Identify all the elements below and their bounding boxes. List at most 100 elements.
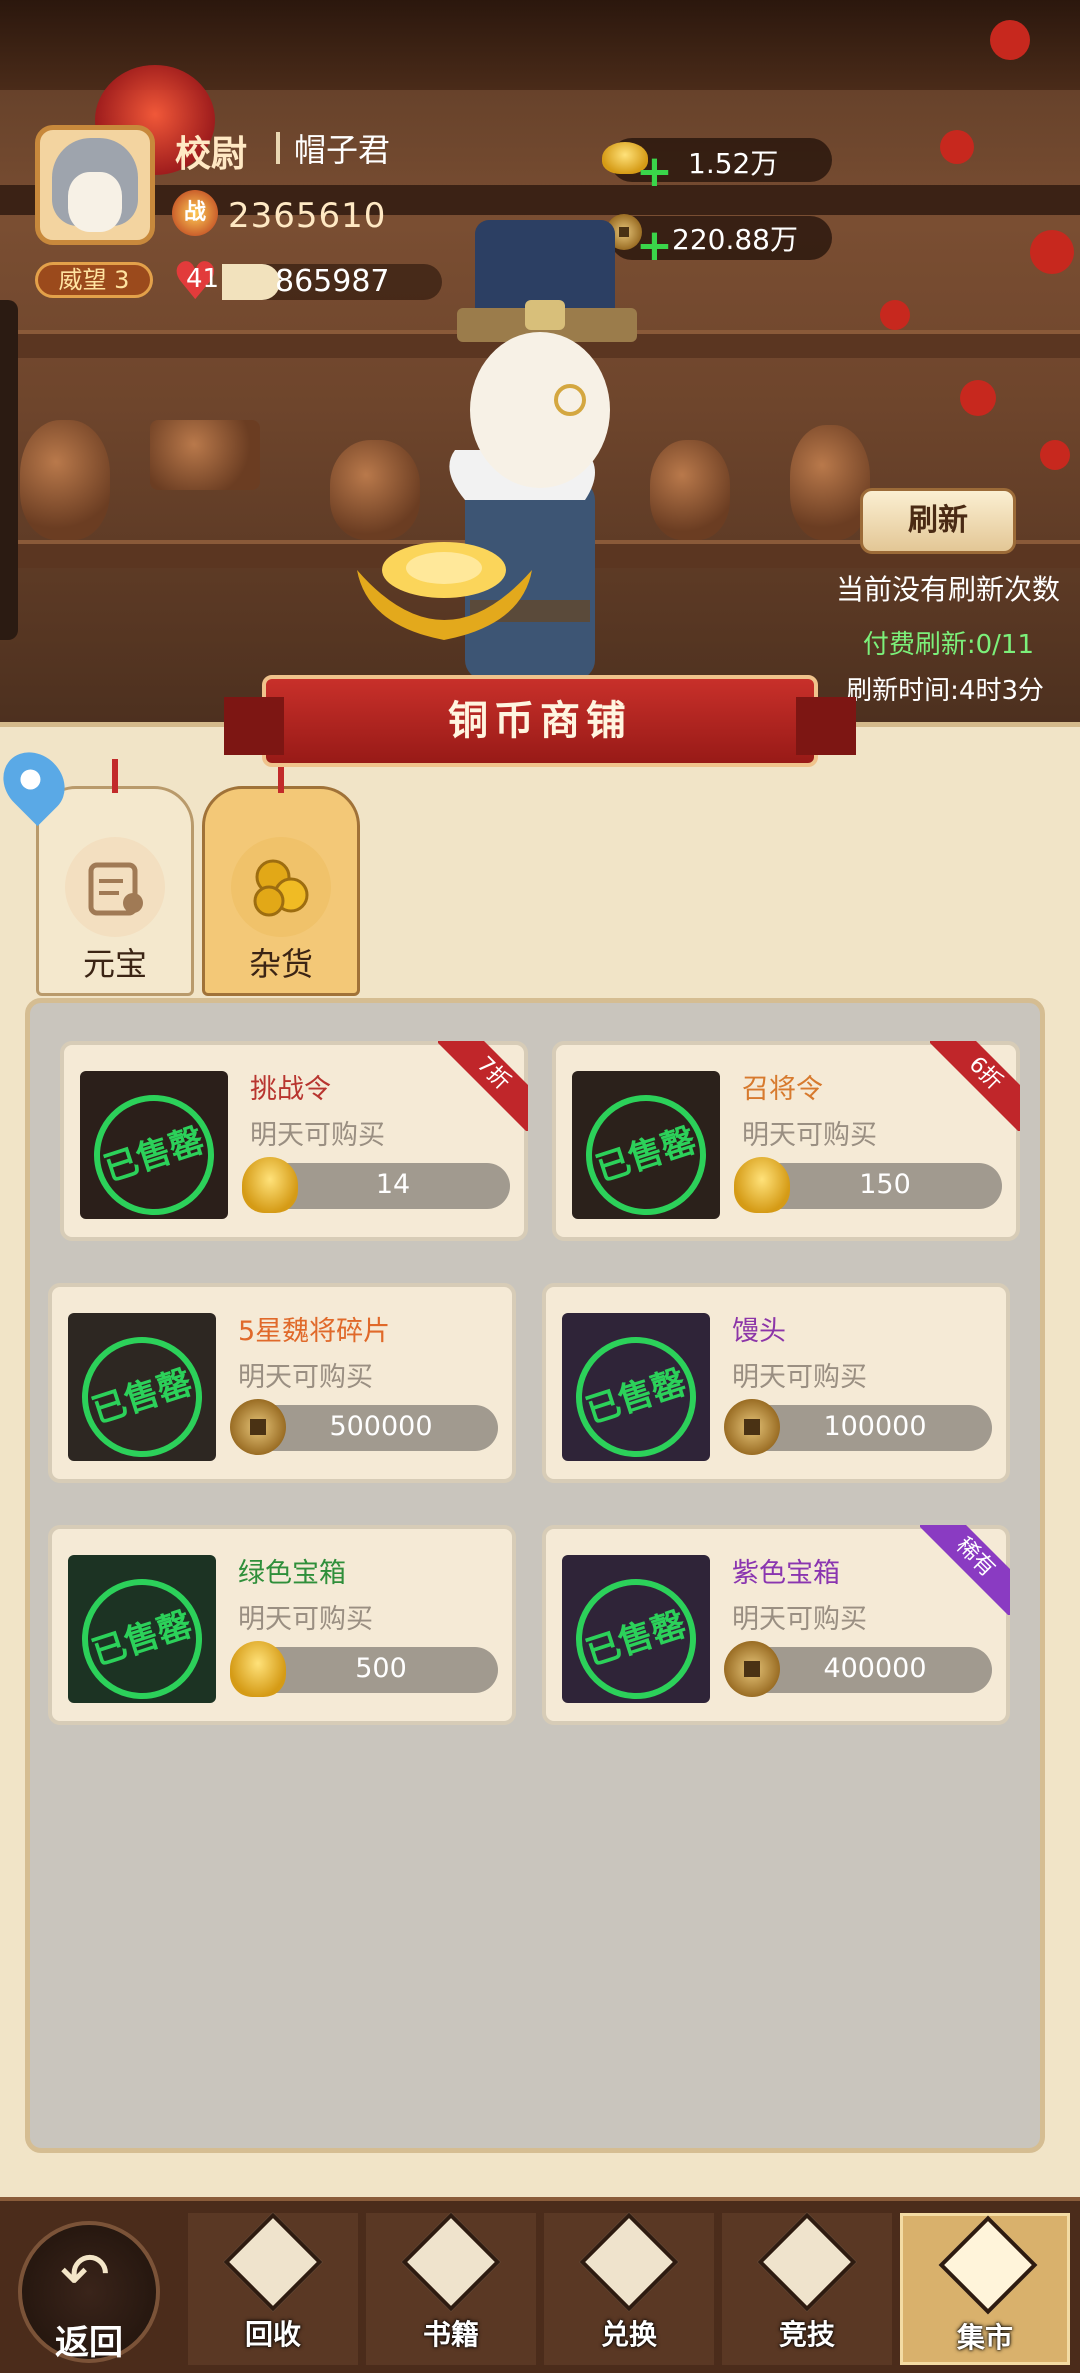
back-label: 返回 (55, 2323, 123, 2363)
item-name: 紫色宝箱 (732, 1558, 840, 1589)
gold-ingot-prop (357, 542, 532, 640)
back-arrow-icon: ↶ (60, 2240, 111, 2310)
nav-label: 书籍 (422, 2318, 479, 2351)
recycle-icon (223, 2212, 323, 2312)
blossom-decoration (880, 300, 910, 330)
nav-exchange[interactable]: 兑换 (544, 2212, 714, 2365)
sold-out-stamp: 已售罄 (560, 1321, 712, 1473)
nav-market[interactable]: 集市 (900, 2213, 1070, 2365)
refresh-button[interactable]: 刷新 (860, 488, 1016, 554)
item-image: 已售罄 (560, 1555, 712, 1715)
back-button[interactable]: ↶ 返回 (18, 2221, 160, 2363)
divider (276, 132, 280, 164)
discount-label: 6折 (930, 1041, 1020, 1131)
prestige-badge[interactable]: 威望 3 (35, 262, 153, 298)
blossom-decoration (1030, 230, 1074, 274)
nav-recycle[interactable]: 回收 (188, 2212, 358, 2365)
ledger-icon (65, 837, 165, 937)
nav-label: 回收 (244, 2318, 301, 2351)
item-image: 已售罄 (560, 1313, 712, 1473)
blossom-decoration (940, 130, 974, 164)
nav-books[interactable]: 书籍 (366, 2212, 536, 2365)
sold-out-stamp: 已售罄 (560, 1563, 712, 1715)
tab-ingot[interactable]: 元宝 (36, 759, 194, 996)
stamina-bar-fill (222, 264, 280, 300)
jar-decoration (790, 425, 870, 540)
nav-arena[interactable]: 竞技 (722, 2212, 892, 2365)
gold-ingot-icon (242, 1157, 298, 1213)
tab-string (112, 759, 118, 793)
item-grid: 已售罄 挑战令 明天可购买 14 7折 已售罄 召将令 明天可购买 150 6折… (25, 998, 1045, 2153)
item-price: 500 (355, 1653, 407, 1684)
box-decoration (150, 420, 260, 490)
shop-item-challenge-token[interactable]: 已售罄 挑战令 明天可购买 14 7折 (60, 1041, 528, 1241)
item-name: 5星魏将碎片 (238, 1316, 391, 1347)
gold-ingot-icon (230, 1641, 286, 1697)
shop-item-wei-general-shard[interactable]: 已售罄 5星魏将碎片 明天可购买 500000 (48, 1283, 516, 1483)
nav-label: 兑换 (600, 2318, 657, 2351)
item-name: 馒头 (732, 1316, 786, 1347)
item-name: 挑战令 (250, 1074, 331, 1105)
stamina-level: 41 (186, 264, 220, 294)
face-icon (68, 172, 122, 232)
exchange-icon (579, 2212, 679, 2312)
item-price: 100000 (823, 1411, 927, 1442)
item-availability: 明天可购买 (732, 1362, 867, 1393)
player-avatar[interactable] (35, 125, 155, 245)
sold-out-stamp: 已售罄 (66, 1321, 218, 1473)
item-image: 已售罄 (570, 1071, 722, 1231)
item-availability: 明天可购买 (742, 1120, 877, 1151)
book-icon (401, 2212, 501, 2312)
item-image: 已售罄 (66, 1313, 218, 1473)
shop-item-purple-chest[interactable]: 已售罄 紫色宝箱 明天可购买 400000 稀有 (542, 1525, 1010, 1725)
tab-goods[interactable]: 杂货 (202, 759, 360, 996)
blossom-decoration (960, 380, 996, 416)
battle-power-icon: 战 (172, 190, 218, 236)
rare-badge: 稀有 (920, 1525, 1010, 1615)
add-ingot-button[interactable]: + (636, 150, 673, 194)
blossom-decoration (1040, 440, 1070, 470)
shop-item-green-chest[interactable]: 已售罄 绿色宝箱 明天可购买 500 (48, 1525, 516, 1725)
market-icon (938, 2215, 1038, 2315)
tab-label: 元宝 (82, 945, 147, 983)
item-price: 150 (859, 1169, 911, 1200)
item-availability: 明天可购买 (250, 1120, 385, 1151)
discount-badge: 6折 (930, 1041, 1020, 1131)
item-price: 500000 (329, 1411, 433, 1442)
paid-refresh-count: 付费刷新:0/11 (862, 630, 1034, 660)
item-name: 绿色宝箱 (238, 1558, 346, 1589)
copper-coin-icon (724, 1641, 780, 1697)
item-name: 召将令 (742, 1074, 823, 1105)
arena-icon (757, 2212, 857, 2312)
copper-coin-icon (230, 1399, 286, 1455)
side-drawer-handle[interactable] (0, 300, 18, 640)
shop-item-steamed-bun[interactable]: 已售罄 馒头 明天可购买 100000 (542, 1283, 1010, 1483)
coins-icon (231, 837, 331, 937)
gold-ingot-icon (734, 1157, 790, 1213)
sold-out-stamp: 已售罄 (570, 1079, 722, 1231)
ingot-amount: 1.52万 (688, 147, 779, 180)
nav-label: 集市 (956, 2321, 1013, 2354)
blossom-decoration (990, 20, 1030, 60)
bottom-nav: ↶ 返回 回收 书籍 兑换 竞技 集市 (0, 2197, 1080, 2373)
copper-coin-icon (724, 1399, 780, 1455)
item-availability: 明天可购买 (732, 1604, 867, 1635)
nav-label: 竞技 (778, 2318, 835, 2351)
coin-amount: 220.88万 (672, 223, 798, 256)
item-image: 已售罄 (78, 1071, 230, 1231)
tab-label: 杂货 (248, 945, 313, 983)
jar-decoration (20, 420, 110, 540)
player-name: 帽子君 (294, 131, 391, 169)
shop-item-general-token[interactable]: 已售罄 召将令 明天可购买 150 6折 (552, 1041, 1020, 1241)
rare-label: 稀有 (920, 1525, 1010, 1615)
discount-badge: 7折 (438, 1041, 528, 1131)
wall-beam (0, 185, 1080, 215)
item-image: 已售罄 (66, 1555, 218, 1715)
item-availability: 明天可购买 (238, 1604, 373, 1635)
sold-out-stamp: 已售罄 (78, 1079, 230, 1231)
discount-label: 7折 (438, 1041, 528, 1131)
item-availability: 明天可购买 (238, 1362, 373, 1393)
item-price: 400000 (823, 1653, 927, 1684)
shop-title: 铜币商铺 (224, 675, 856, 767)
sold-out-stamp: 已售罄 (66, 1563, 218, 1715)
